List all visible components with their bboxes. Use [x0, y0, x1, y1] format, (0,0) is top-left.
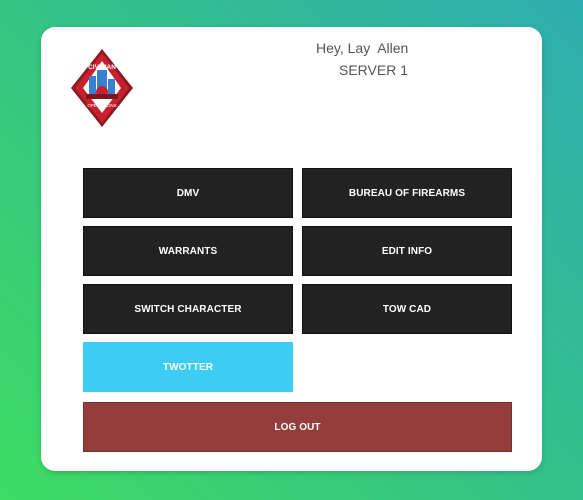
svg-text:OPERATIONS: OPERATIONS	[87, 103, 116, 108]
user-greeting: Hey, Lay Allen	[316, 40, 409, 56]
bureau-of-firearms-button[interactable]: BUREAU OF FIREARMS	[302, 168, 512, 218]
logout-button[interactable]: LOG OUT	[83, 402, 512, 452]
dmv-button[interactable]: DMV	[83, 168, 293, 218]
warrants-button[interactable]: WARRANTS	[83, 226, 293, 276]
tow-cad-button[interactable]: TOW CAD	[302, 284, 512, 334]
edit-info-button[interactable]: EDIT INFO	[302, 226, 512, 276]
main-card: CIVILIAN OPERATIONS Hey, Lay Allen SERVE…	[41, 27, 542, 471]
svg-text:CIVILIAN: CIVILIAN	[88, 64, 116, 71]
switch-character-button[interactable]: SWITCH CHARACTER	[83, 284, 293, 334]
civilian-operations-logo: CIVILIAN OPERATIONS	[71, 49, 133, 127]
twotter-button[interactable]: TWOTTER	[83, 342, 293, 392]
server-label: SERVER 1	[339, 62, 408, 78]
